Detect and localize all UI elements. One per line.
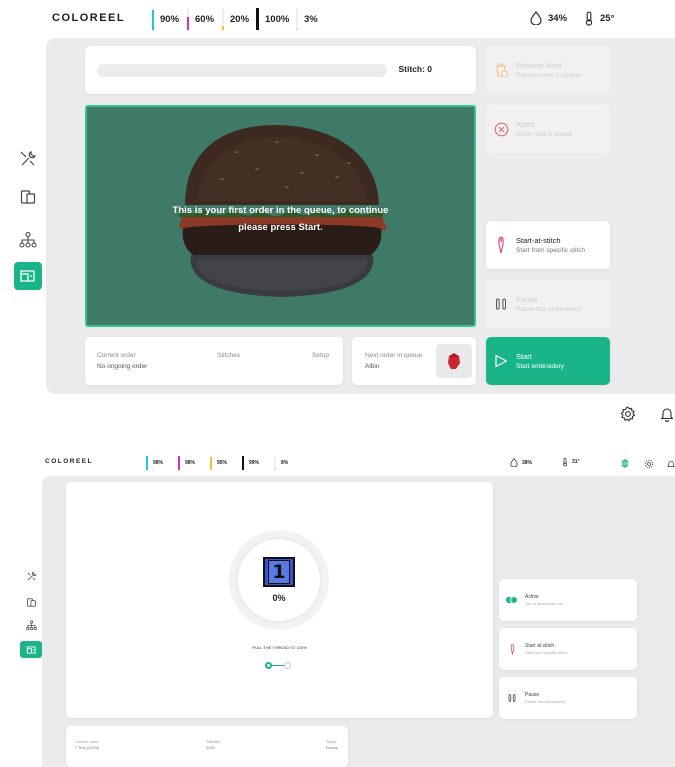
step-indicator [265, 662, 291, 669]
sidebar-item-network-2[interactable] [20, 617, 42, 634]
temperature-readout: 25° [584, 11, 614, 26]
machine-icon [26, 645, 36, 654]
next-order-thumbnail [436, 344, 472, 378]
thermometer-icon [563, 457, 567, 467]
counter-display: 1 [263, 557, 295, 587]
thread-instruction: PULL THE THREAD TO 100% [252, 645, 307, 650]
gear-icon [620, 406, 636, 422]
start-at-stitch-button-2[interactable]: Start at stitch Start from specific stitc… [499, 628, 637, 670]
ink-level-yellow[interactable]: 20% [222, 8, 249, 30]
ink-level-white[interactable]: 3% [296, 8, 318, 30]
x-circle-icon [494, 122, 508, 136]
bell-icon [666, 460, 675, 467]
tools-icon [27, 571, 36, 581]
machine-status-icon [622, 459, 628, 468]
step-dot-inactive [284, 662, 291, 669]
network-icon [25, 620, 37, 631]
temperature-readout-2: 31° [562, 457, 580, 467]
tools-icon [20, 151, 36, 166]
sidebar-item-designs[interactable] [14, 183, 42, 211]
thermometer-icon [585, 11, 593, 26]
sidebar-item-network[interactable] [14, 226, 42, 254]
ink-level-yellow-2[interactable]: 95% [210, 455, 227, 471]
notifications-button[interactable] [660, 406, 674, 427]
bell-icon [660, 408, 674, 422]
embroidery-preview: This is your first order in the queue, t… [85, 105, 476, 327]
droplet-icon [530, 11, 542, 25]
progress-ring: 1 0% [229, 530, 329, 630]
brand-logo: COLOREEL [52, 12, 126, 24]
start-button[interactable]: Start Start embroidery [486, 337, 610, 385]
trash-clock-icon [496, 63, 508, 78]
toggle-switch[interactable] [506, 596, 518, 604]
needle-icon [498, 236, 504, 254]
remove-next-button[interactable]: Remove Next Remove next in queue [486, 46, 610, 94]
threading-card: 1 0% PULL THE THREAD TO 100% [66, 482, 493, 718]
ink-level-black-2[interactable]: 99% [242, 455, 259, 471]
layers-icon [26, 598, 36, 607]
abort-button[interactable]: Abort Abort next in queue [486, 105, 610, 153]
ink-level-magenta[interactable]: 60% [187, 8, 214, 30]
pause-button-2[interactable]: Pause Pause this embroidery [499, 677, 637, 719]
step-dot-active [265, 662, 272, 669]
stitch-progress-card: Stitch: 0 [85, 46, 476, 94]
sidebar-item-machine[interactable] [14, 262, 42, 290]
machine-status-button[interactable] [620, 456, 630, 474]
sidebar-item-tools[interactable] [14, 145, 42, 173]
queue-message: This is your first order in the queue, t… [172, 205, 389, 233]
stitch-counter: Stitch: 0 [398, 64, 432, 74]
machine-icon [20, 270, 35, 282]
droplet-icon [510, 458, 518, 467]
ink-level-white-2[interactable]: 8% [274, 455, 288, 471]
current-order-card-2: Current order 7 Test (1/100) Stitches 20… [66, 726, 348, 767]
pause-icon [508, 694, 516, 702]
next-order-card[interactable]: Next order in queue Albin [352, 337, 476, 385]
sidebar-item-tools-2[interactable] [20, 568, 42, 585]
network-icon [19, 231, 37, 248]
sidebar-item-designs-2[interactable] [20, 594, 42, 611]
pause-icon [496, 298, 506, 310]
gear-icon [644, 459, 654, 469]
step-connector [272, 664, 284, 667]
settings-button[interactable] [620, 406, 636, 427]
sidebar-item-machine-2[interactable] [20, 641, 42, 658]
ink-level-black[interactable]: 100% [256, 8, 289, 30]
embroidery-thumbnail-image [448, 353, 460, 369]
play-icon [495, 354, 508, 368]
layers-icon [20, 190, 36, 204]
humidity-readout: 34% [530, 11, 567, 25]
ink-level-cyan-2[interactable]: 98% [146, 455, 163, 471]
humidity-readout-2: 38% [510, 458, 532, 467]
current-order-card: Current order No ongoing order Stitches … [85, 337, 343, 385]
stitch-progress-bar [97, 64, 387, 77]
pause-button[interactable]: Pause Pause this embroidery [486, 280, 610, 328]
start-at-stitch-button[interactable]: Start-at-stitch Start from specific stitc… [486, 221, 610, 269]
ink-level-cyan[interactable]: 90% [152, 8, 179, 30]
thread-percent: 0% [272, 593, 286, 603]
settings-button-2[interactable] [644, 456, 654, 474]
ink-level-magenta-2[interactable]: 98% [178, 455, 195, 471]
needle-icon [510, 643, 514, 654]
active-toggle-card[interactable]: Active Tap to deactivate unit [499, 579, 637, 621]
brand-logo-2: COLOREEL [45, 458, 94, 465]
notifications-button-2[interactable] [666, 456, 675, 474]
